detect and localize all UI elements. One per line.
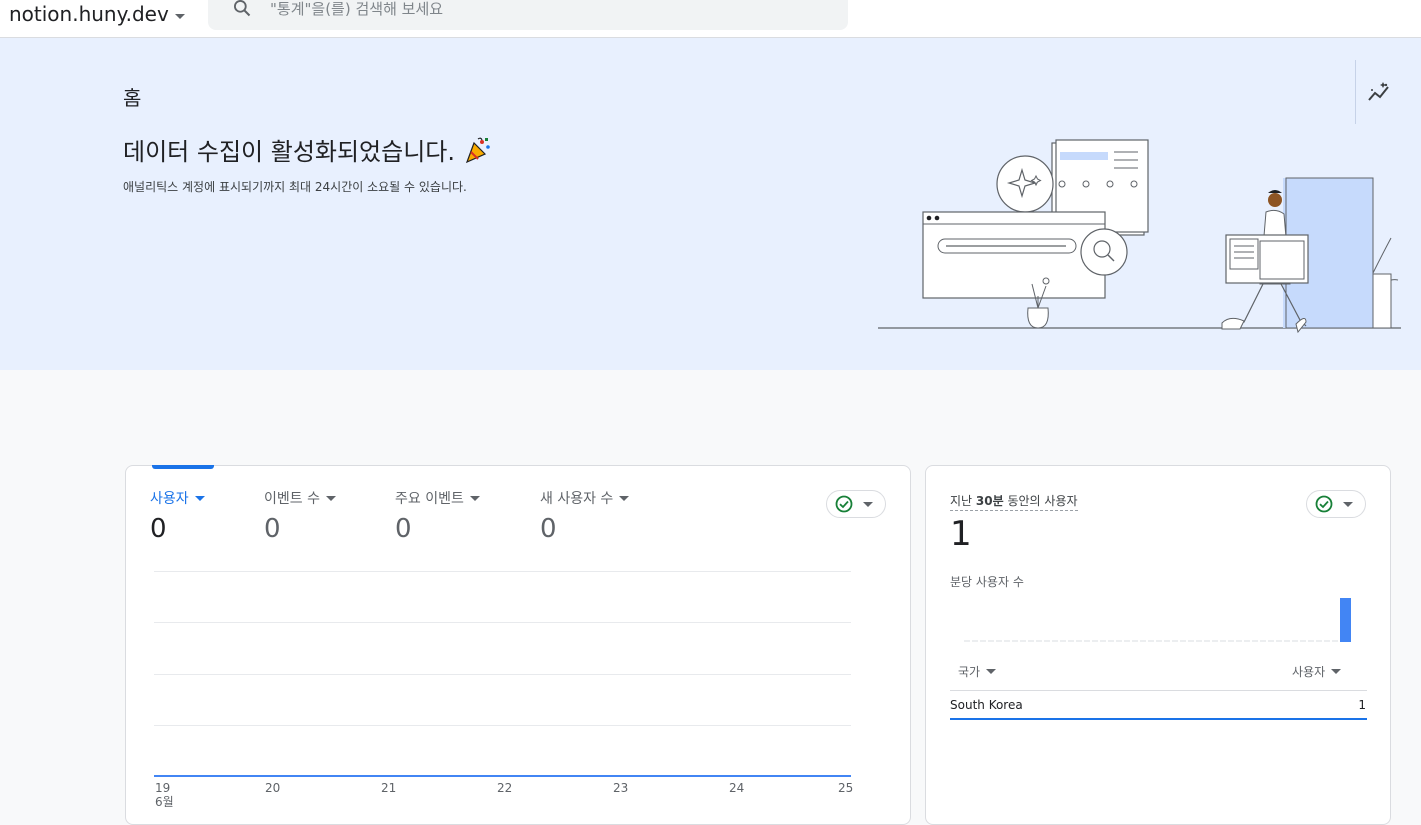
column-header-users[interactable]: 사용자	[1292, 663, 1342, 680]
data-quality-button[interactable]	[826, 490, 886, 518]
realtime-quality-button[interactable]	[1306, 490, 1366, 518]
realtime-title-bold: 30분	[975, 494, 1004, 508]
search-icon	[234, 0, 251, 17]
metric-value: 0	[540, 514, 557, 544]
hero-title: 데이터 수집이 활성화되었습니다.	[123, 132, 493, 167]
realtime-title-suffix: 동안의 사용자	[1003, 494, 1078, 508]
chevron-down-icon	[863, 501, 873, 507]
chevron-down-icon	[619, 495, 630, 501]
x-axis-month: 6월	[155, 795, 174, 809]
minute-bar	[1340, 598, 1351, 642]
chevron-down-icon	[469, 495, 480, 501]
chart-gridline	[154, 725, 851, 726]
divider	[1355, 60, 1356, 124]
realtime-value: 1	[950, 514, 972, 554]
metric-new-users[interactable]: 새 사용자 수 0	[540, 488, 630, 544]
chevron-down-icon	[174, 13, 185, 19]
x-axis-tick: 22	[497, 781, 513, 795]
column-label: 국가	[958, 665, 981, 679]
per-minute-bar-chart	[964, 598, 1351, 642]
column-header-country[interactable]: 국가	[958, 663, 997, 680]
insights-icon[interactable]	[1366, 80, 1392, 106]
table-row-users: 1	[1358, 698, 1366, 712]
search-placeholder: "통계"을(를) 검색해 보세요	[270, 0, 444, 18]
chart-gridline	[154, 571, 851, 572]
property-selector[interactable]: notion.huny.dev	[9, 2, 185, 26]
table-row-country: South Korea	[950, 698, 1023, 712]
metric-event-count[interactable]: 이벤트 수 0	[264, 488, 336, 544]
hero-subtitle: 애널리틱스 계정에 표시되기까지 최대 24시간이 소요될 수 있습니다.	[123, 180, 467, 194]
page-title: 홈	[123, 86, 142, 110]
hero-title-text: 데이터 수집이 활성화되었습니다.	[123, 138, 456, 166]
overview-card: 사용자 0 이벤트 수 0 주요 이벤트 0 새 사용자 수 0 19 6월 2…	[125, 465, 911, 825]
chart-gridline	[154, 622, 851, 623]
x-axis-tick: 20	[265, 781, 281, 795]
x-axis-tick: 25	[838, 781, 854, 795]
property-name: notion.huny.dev	[9, 2, 169, 26]
metric-label: 새 사용자 수	[540, 491, 614, 507]
active-tab-indicator	[152, 465, 214, 469]
check-circle-icon	[1315, 495, 1333, 513]
realtime-card: 지난 30분 동안의 사용자 1 분당 사용자 수 국가 사용자 South K…	[925, 465, 1391, 825]
column-label: 사용자	[1292, 665, 1326, 679]
chart-line-series	[154, 775, 851, 777]
search-input[interactable]: "통계"을(를) 검색해 보세요	[208, 0, 848, 30]
party-popper-icon	[465, 137, 490, 163]
realtime-title[interactable]: 지난 30분 동안의 사용자	[950, 492, 1078, 511]
hero-banner: 홈 데이터 수집이 활성화되었습니다. 애널리틱스 계정에 표시되기까지 최대 …	[0, 38, 1421, 370]
welcome-illustration	[878, 139, 1401, 334]
metric-label: 주요 이벤트	[395, 491, 464, 507]
realtime-title-prefix: 지난	[950, 494, 976, 508]
chevron-down-icon	[194, 495, 205, 501]
divider	[950, 690, 1367, 691]
x-axis-tick: 21	[381, 781, 397, 795]
chart-gridline	[154, 674, 851, 675]
check-circle-icon	[835, 495, 853, 513]
metric-label: 이벤트 수	[264, 491, 320, 507]
x-axis-tick: 23	[613, 781, 629, 795]
metric-value: 0	[395, 514, 412, 544]
metric-users[interactable]: 사용자 0	[150, 488, 205, 544]
chevron-down-icon	[325, 495, 336, 501]
top-bar: notion.huny.dev "통계"을(를) 검색해 보세요	[0, 0, 1421, 38]
per-minute-label: 분당 사용자 수	[950, 575, 1024, 589]
x-axis-tick: 24	[729, 781, 745, 795]
chevron-down-icon	[1343, 501, 1353, 507]
metric-label: 사용자	[150, 491, 189, 507]
chevron-down-icon	[986, 669, 997, 674]
chevron-down-icon	[1331, 669, 1342, 674]
metric-value: 0	[150, 514, 167, 544]
row-share-bar	[950, 718, 1367, 720]
metric-value: 0	[264, 514, 281, 544]
metric-key-events[interactable]: 주요 이벤트 0	[395, 488, 480, 544]
